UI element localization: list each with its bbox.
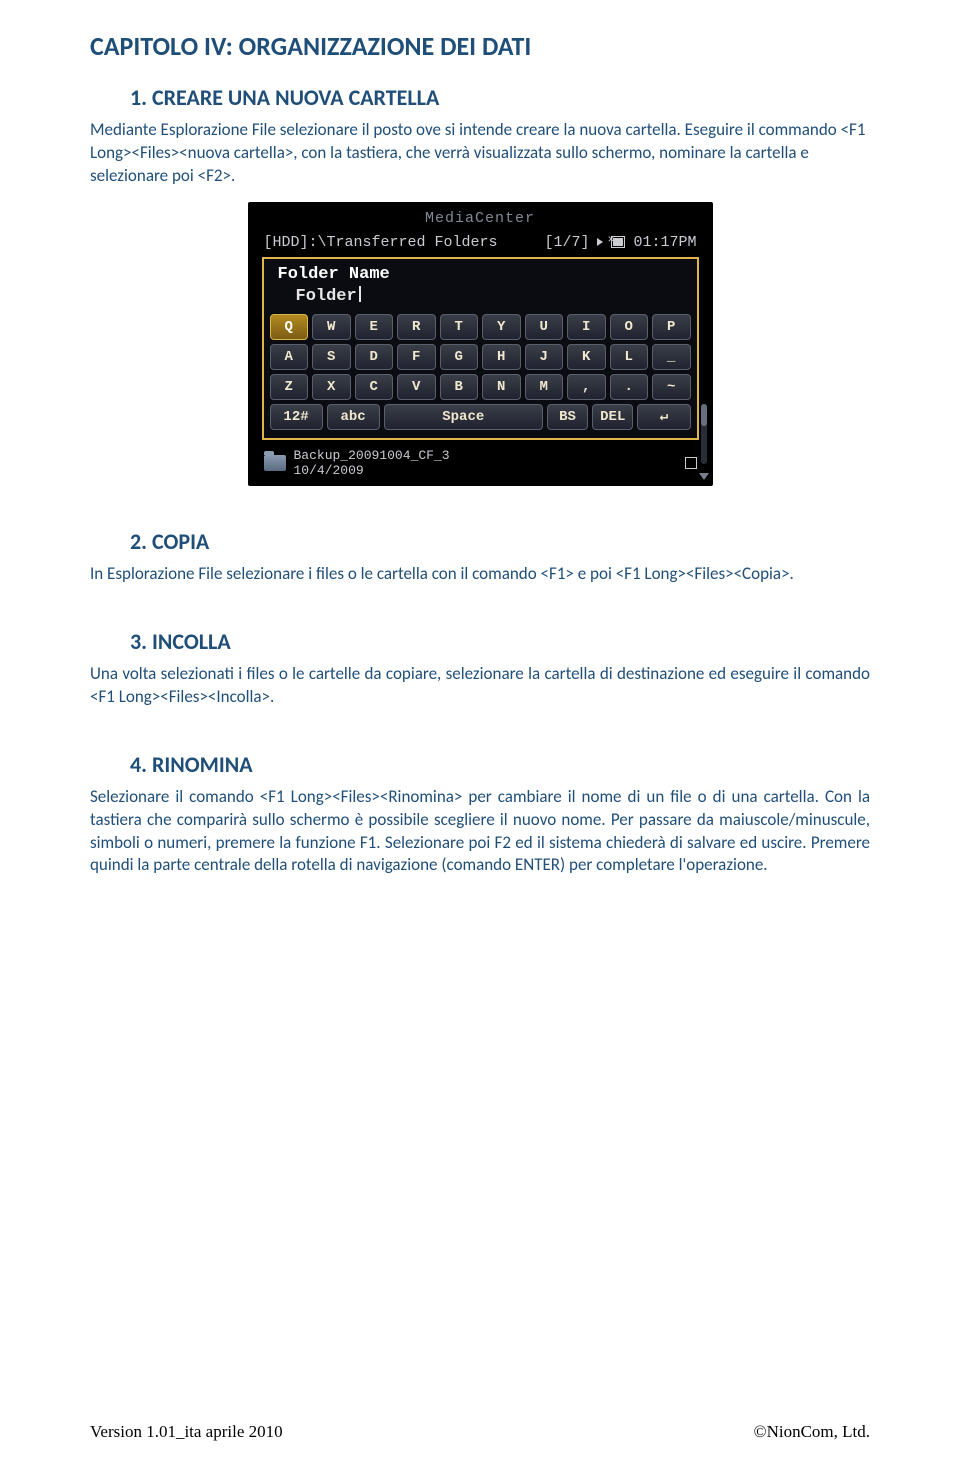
key-x[interactable]: X [312,374,351,400]
key-o[interactable]: O [610,314,649,340]
key-l[interactable]: L [610,344,649,370]
key-w[interactable]: W [312,314,351,340]
key-t[interactable]: T [440,314,479,340]
chevron-down-icon[interactable] [699,473,709,480]
chapter-title: CAPITOLO IV: ORGANIZZAZIONE DEI DATI [90,30,870,62]
key-g[interactable]: G [440,344,479,370]
section-3-heading: 3. INCOLLA [130,628,870,655]
footer-copyright: ©NionCom, Ltd. [754,1422,870,1442]
key-v[interactable]: V [397,374,436,400]
key-comma[interactable]: , [567,374,606,400]
key-z[interactable]: Z [270,374,309,400]
key-y[interactable]: Y [482,314,521,340]
key-tilde[interactable]: ~ [652,374,691,400]
key-k[interactable]: K [567,344,606,370]
status-bar: [HDD]:\Transferred Folders [1/7] 01:17PM [258,234,703,251]
app-title: MediaCenter [258,210,703,230]
section-3-body: Una volta selezionati i files o le carte… [90,663,870,709]
keyboard-row-3: Z X C V B N M , . ~ [270,374,691,400]
page-indicator: [1/7] [544,234,589,251]
key-m[interactable]: M [525,374,564,400]
device-screenshot: MediaCenter [HDD]:\Transferred Folders [… [248,202,713,486]
key-a[interactable]: A [270,344,309,370]
battery-icon [611,236,625,248]
key-h[interactable]: H [482,344,521,370]
key-backspace[interactable]: BS [547,404,588,430]
path-text: [HDD]:\Transferred Folders [264,234,498,251]
page-footer: Version 1.01_ita aprile 2010 ©NionCom, L… [90,1422,870,1442]
keyboard-row-4: 12# abc Space BS DEL ↵ [270,404,691,430]
folder-name-label: Folder Name [270,265,691,284]
key-abc[interactable]: abc [327,404,380,430]
key-d[interactable]: D [355,344,394,370]
folder-name-value: Folder [296,287,357,306]
folder-icon [264,455,286,471]
section-2-heading: 2. COPIA [130,528,870,555]
key-enter[interactable]: ↵ [637,404,690,430]
key-f[interactable]: F [397,344,436,370]
key-s[interactable]: S [312,344,351,370]
key-n[interactable]: N [482,374,521,400]
key-j[interactable]: J [525,344,564,370]
section-4-heading: 4. RINOMINA [130,751,870,778]
key-i[interactable]: I [567,314,606,340]
keyboard-dialog: Folder Name Folder Q W E R T Y U I O P A… [262,257,699,440]
section-1-body: Mediante Esplorazione File selezionare i… [90,119,870,188]
figure-footer: Backup_20091004_CF_3 10/4/2009 [258,444,703,478]
key-space[interactable]: Space [384,404,543,430]
scrollbar[interactable] [701,404,707,464]
key-underscore[interactable]: _ [652,344,691,370]
section-2-body: In Esplorazione File selezionare i files… [90,563,870,586]
key-numsym[interactable]: 12# [270,404,323,430]
key-period[interactable]: . [610,374,649,400]
footer-version: Version 1.01_ita aprile 2010 [90,1422,283,1442]
footer-filename: Backup_20091004_CF_3 [294,448,450,463]
key-c[interactable]: C [355,374,394,400]
keyboard-row-1: Q W E R T Y U I O P [270,314,691,340]
key-u[interactable]: U [525,314,564,340]
section-4-body: Selezionare il comando <F1 Long><Files><… [90,786,870,878]
key-b[interactable]: B [440,374,479,400]
key-delete[interactable]: DEL [592,404,633,430]
folder-name-input[interactable]: Folder [270,286,691,306]
clock-text: 01:17PM [633,234,696,251]
footer-date: 10/4/2009 [294,463,364,478]
mute-icon [597,238,603,246]
key-r[interactable]: R [397,314,436,340]
key-e[interactable]: E [355,314,394,340]
section-1-heading: 1. CREARE UNA NUOVA CARTELLA [130,84,870,111]
key-q[interactable]: Q [270,314,309,340]
text-cursor [359,286,361,302]
stop-icon [685,457,697,469]
keyboard-row-2: A S D F G H J K L _ [270,344,691,370]
key-p[interactable]: P [652,314,691,340]
